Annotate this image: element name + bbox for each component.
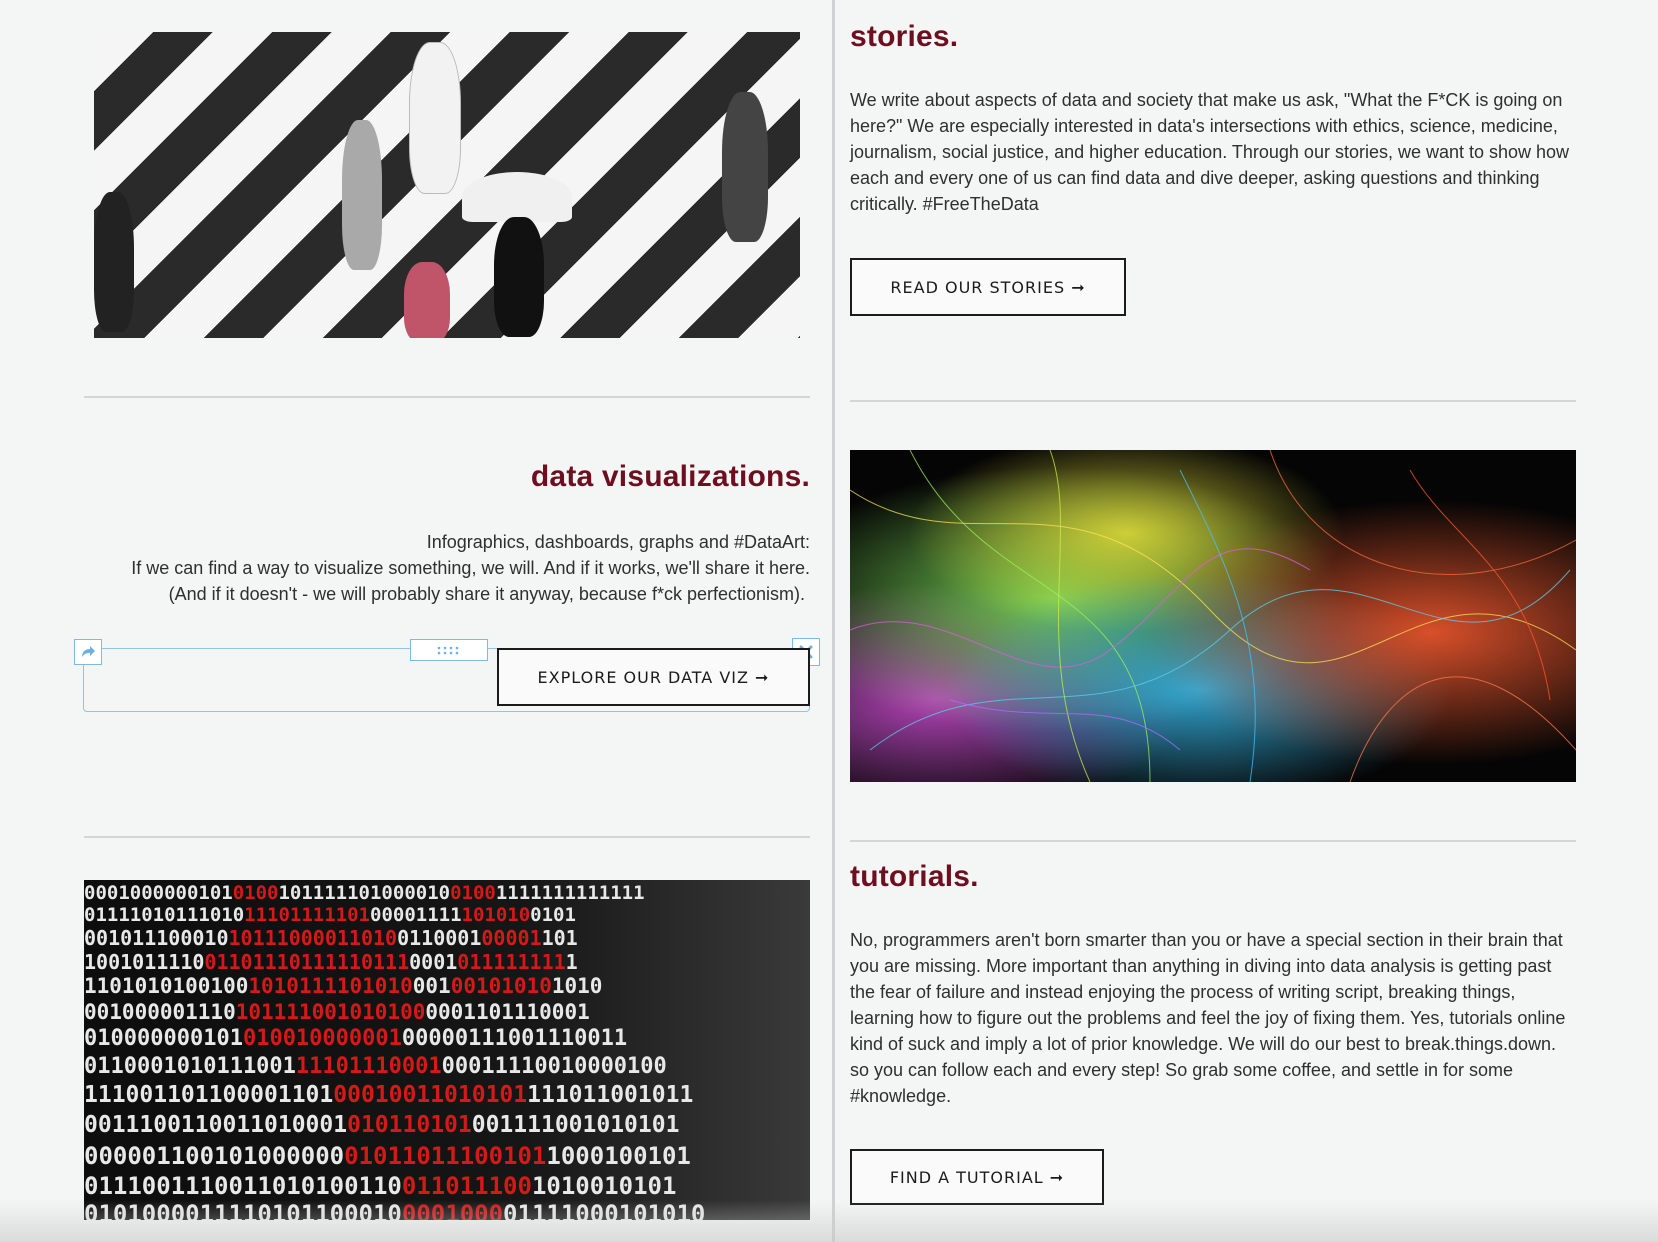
drag-handle-icon[interactable] <box>410 639 488 661</box>
column-divider <box>832 0 835 1242</box>
tutorials-heading: tutorials. <box>850 860 979 893</box>
stories-heading: stories. <box>850 20 959 53</box>
page: stories. We write about aspects of data … <box>0 0 1658 1242</box>
stories-description: We write about aspects of data and socie… <box>850 90 1570 214</box>
binary-code-image: 0001000000101010010111110100001001001111… <box>84 880 810 1220</box>
network-visualization-image <box>850 450 1576 782</box>
section-divider <box>84 836 810 838</box>
find-a-tutorial-button[interactable]: FIND A TUTORIAL ➞ <box>850 1149 1104 1205</box>
data-viz-line-3: (And if it doesn't - we will probably sh… <box>168 584 805 604</box>
tutorials-description: No, programmers aren't born smarter than… <box>850 930 1566 1106</box>
section-divider <box>850 840 1576 842</box>
section-divider <box>850 400 1576 402</box>
share-arrow-icon[interactable] <box>74 639 102 665</box>
data-viz-line-1: Infographics, dashboards, graphs and #Da… <box>426 532 810 552</box>
section-divider <box>84 396 810 398</box>
data-viz-line-2: If we can find a way to visualize someth… <box>131 558 810 578</box>
data-viz-heading: data visualizations. <box>530 460 810 493</box>
crosswalk-photo <box>94 32 800 338</box>
read-our-stories-button[interactable]: READ OUR STORIES ➞ <box>850 258 1126 316</box>
explore-data-viz-button[interactable]: EXPLORE OUR DATA VIZ ➞ <box>497 648 810 706</box>
